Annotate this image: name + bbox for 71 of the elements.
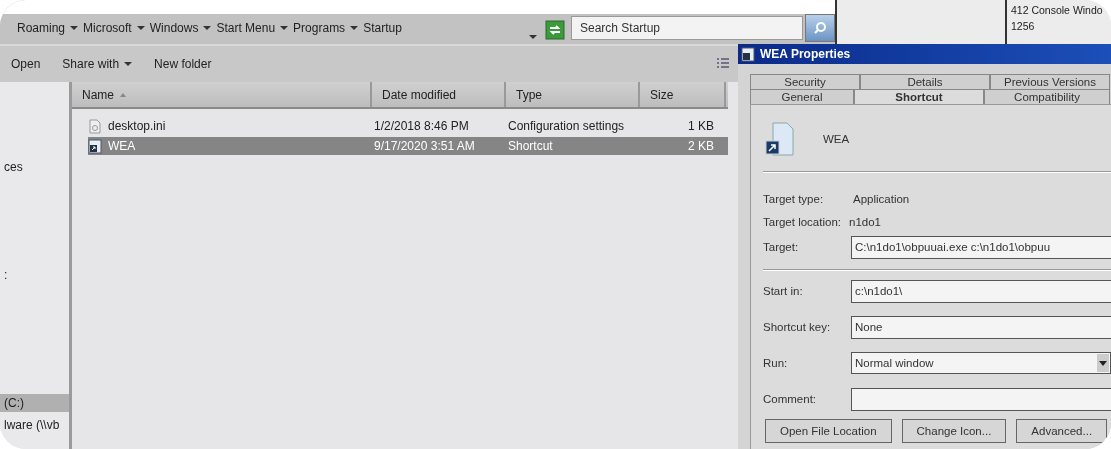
column-header[interactable]: Size bbox=[640, 82, 726, 107]
dialog-button[interactable]: Advanced... bbox=[1016, 419, 1108, 443]
caret-icon[interactable] bbox=[136, 25, 145, 31]
size-cell-text: 1 KB bbox=[687, 119, 714, 133]
type-cell-text: Shortcut bbox=[507, 139, 554, 153]
tab[interactable]: Security bbox=[750, 74, 860, 89]
window-title: WEA Properties bbox=[760, 47, 851, 61]
target-field[interactable]: C:\n1do1\obpuuai.exe c:\n1do1\obpuu bbox=[851, 235, 1111, 259]
file-name: WEA bbox=[107, 139, 136, 153]
sort-icon bbox=[120, 92, 126, 97]
caret-icon[interactable] bbox=[1097, 354, 1109, 372]
field-label: Start in: bbox=[763, 285, 804, 297]
field-value: Application bbox=[853, 192, 910, 205]
field-label: Shortcut key: bbox=[763, 321, 832, 333]
shortcut-icon bbox=[741, 46, 755, 62]
dialog-button[interactable]: Change Icon... bbox=[901, 419, 1007, 443]
breadcrumb[interactable]: Programs bbox=[290, 21, 349, 35]
file-name: WEA bbox=[823, 133, 850, 145]
toolbar-button[interactable]: New folder bbox=[143, 57, 223, 71]
shortcut-icon bbox=[88, 138, 102, 154]
caret-icon[interactable] bbox=[350, 25, 359, 31]
breadcrumb[interactable]: Windows bbox=[146, 21, 202, 35]
search-button[interactable] bbox=[805, 14, 835, 42]
input-field[interactable] bbox=[851, 387, 1111, 411]
field-label: Run: bbox=[763, 357, 789, 369]
field-value: n1do1 bbox=[849, 215, 881, 228]
search-field[interactable]: Search Startup bbox=[571, 16, 803, 40]
toolbar-button[interactable]: Open bbox=[0, 57, 52, 71]
window-text: 412 Console Windo bbox=[1011, 3, 1103, 18]
type-cell-text: Configuration settings bbox=[507, 119, 626, 133]
size-cell-text: 2 KB bbox=[687, 139, 714, 153]
breadcrumb[interactable]: Start Menu bbox=[213, 21, 279, 35]
nav-item[interactable]: lware (\\vb bbox=[0, 416, 69, 434]
dialog-button[interactable]: Open File Location bbox=[765, 419, 892, 443]
shortcut-file-icon bbox=[765, 122, 795, 156]
nav-item[interactable]: : bbox=[0, 266, 69, 284]
nav-item[interactable]: ces bbox=[0, 158, 69, 176]
field-label: Comment: bbox=[763, 393, 818, 405]
run-select[interactable]: Normal window bbox=[851, 352, 1111, 374]
field-label: Target location: bbox=[763, 215, 842, 228]
date-cell-text: 9/17/2020 3:51 AM bbox=[373, 139, 476, 153]
tab[interactable]: Details bbox=[860, 74, 990, 89]
caret-icon[interactable] bbox=[203, 25, 212, 31]
breadcrumb[interactable]: Microsoft bbox=[80, 21, 135, 35]
field-label: Target: bbox=[763, 241, 800, 253]
column-header[interactable]: Type bbox=[506, 82, 640, 107]
nav-item[interactable]: (C:) bbox=[0, 394, 69, 412]
tab[interactable]: Shortcut bbox=[854, 89, 984, 104]
refresh-icon[interactable] bbox=[545, 20, 565, 40]
caret-icon[interactable] bbox=[70, 25, 79, 31]
settings-file-icon bbox=[88, 118, 102, 134]
field-label: Target type: bbox=[763, 192, 825, 205]
file-row[interactable]: desktop.ini 1/2/2018 8:46 PM Configuration settings 1 KB bbox=[88, 117, 728, 135]
file-row[interactable]: WEA 9/17/2020 3:51 AM Shortcut 2 KB bbox=[88, 137, 728, 155]
caret-icon[interactable] bbox=[280, 25, 289, 31]
input-field[interactable]: None bbox=[851, 315, 1111, 339]
tab[interactable]: General bbox=[750, 89, 854, 104]
breadcrumb[interactable]: Roaming bbox=[14, 21, 69, 35]
column-header[interactable]: Name bbox=[72, 82, 372, 107]
date-cell-text: 1/2/2018 8:46 PM bbox=[373, 119, 470, 133]
breadcrumb[interactable]: Startup bbox=[360, 21, 405, 35]
tab[interactable]: Previous Versions bbox=[990, 74, 1110, 89]
view-options-icon[interactable] bbox=[716, 57, 730, 71]
toolbar-button[interactable]: Share with bbox=[51, 57, 144, 71]
input-field[interactable]: c:\n1do1\ bbox=[851, 279, 1111, 303]
column-header[interactable]: Date modified bbox=[372, 82, 506, 107]
file-name: desktop.ini bbox=[107, 119, 166, 133]
window-text: 1256 bbox=[1011, 19, 1036, 34]
caret-icon[interactable] bbox=[529, 34, 537, 40]
tab[interactable]: Compatibility bbox=[984, 89, 1110, 104]
search-icon bbox=[813, 21, 827, 35]
